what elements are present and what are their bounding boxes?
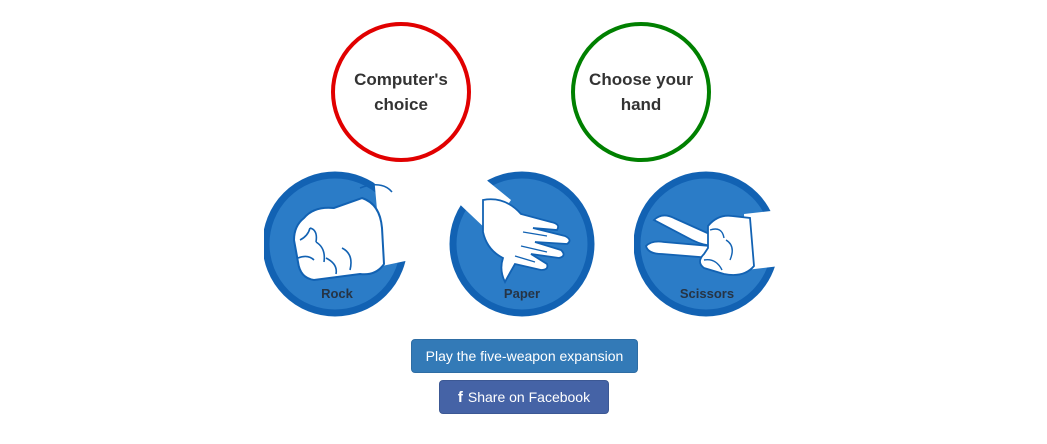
five-weapon-expansion-label: Play the five-weapon expansion [425,348,624,364]
share-on-facebook-button[interactable]: f Share on Facebook [439,380,609,414]
computer-choice-text: Computer's choice [346,67,456,117]
computer-choice-line-1: Computer's [354,70,448,89]
facebook-icon: f [457,388,463,406]
share-on-facebook-label: Share on Facebook [467,389,591,405]
scissors-two-fingers-icon [634,171,780,317]
scissors-button[interactable]: Scissors [634,170,780,318]
paper-open-hand-icon [449,171,595,317]
five-weapon-expansion-button[interactable]: Play the five-weapon expansion [411,339,638,373]
rock-fist-icon [264,171,410,317]
game-stage: Computer's choice Choose your hand Rock [0,0,1047,444]
player-choice-line-1: Choose your [589,70,693,89]
computer-choice-line-2: choice [374,95,428,114]
computer-choice-indicator: Computer's choice [331,22,471,162]
player-choice-indicator: Choose your hand [571,22,711,162]
player-choice-line-2: hand [620,95,662,114]
player-choice-text: Choose your hand [586,67,696,117]
paper-button[interactable]: Paper [449,170,595,318]
rock-button[interactable]: Rock [264,170,410,318]
